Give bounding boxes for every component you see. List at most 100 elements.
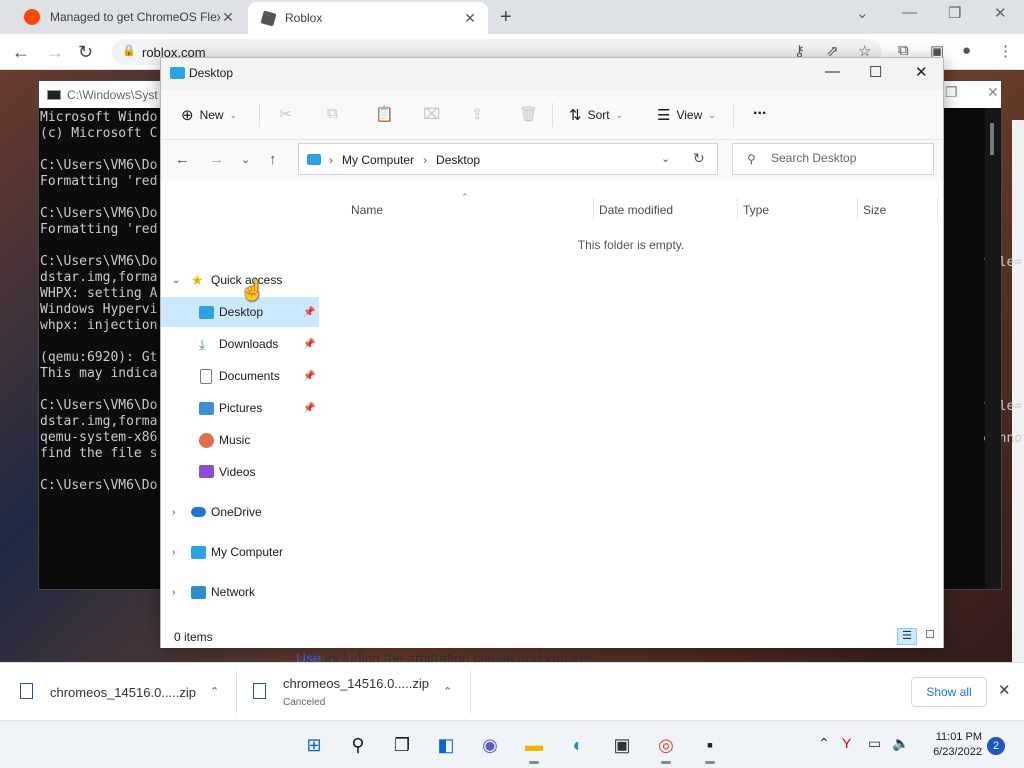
forward-icon[interactable]: → — [46, 42, 64, 63]
document-icon — [200, 369, 212, 384]
reload-icon[interactable]: ↻ — [78, 42, 93, 63]
copy-icon[interactable]: ⧉ — [327, 105, 338, 122]
view-button[interactable]: ☰ View ⌄ — [657, 106, 716, 124]
nav-label: Music — [219, 433, 251, 447]
close-tab-icon[interactable]: ✕ — [462, 10, 478, 27]
expanded-chevron-icon[interactable]: ⌄ — [172, 275, 180, 286]
minimize-button[interactable]: — — [825, 63, 840, 80]
rename-icon[interactable]: ⌧ — [423, 105, 440, 123]
nav-network[interactable]: › Network — [161, 577, 319, 607]
minimize-button[interactable]: — — [902, 4, 917, 21]
nav-item-documents[interactable]: Documents 📌 — [161, 361, 319, 391]
new-button[interactable]: ⊕ New ⌄ — [181, 106, 237, 124]
clock-date: 6/23/2022 — [933, 746, 982, 758]
browser-tab-roblox[interactable]: Roblox ✕ — [248, 2, 488, 34]
column-header-type[interactable]: Type — [743, 203, 769, 217]
search-input[interactable] — [771, 151, 921, 165]
maximize-button[interactable]: ☐ — [869, 63, 882, 81]
chevron-up-icon[interactable]: ⌃ — [210, 685, 219, 698]
command-bar: ⊕ New ⌄ ✂ ⧉ 📋 ⌧ ⇪ 🗑 ⇅ Sort ⌄ ☰ View ⌄ ..… — [161, 90, 943, 140]
page-scrollbar[interactable] — [1012, 120, 1024, 662]
column-header-name[interactable]: Name — [351, 203, 383, 217]
nav-my-computer[interactable]: › My Computer — [161, 537, 319, 567]
more-options-button[interactable]: ... — [753, 101, 766, 119]
clock[interactable]: 11:01 PM 6/23/2022 — [920, 730, 982, 760]
download-item[interactable]: chromeos_14516.0.....zip Canceled ⌃ — [253, 663, 463, 721]
pin-icon: 📌 — [303, 402, 316, 414]
file-explorer-icon[interactable]: ▬ — [522, 733, 546, 764]
refresh-icon[interactable]: ↻ — [693, 150, 705, 167]
breadcrumb: › My Computer › Desktop — [329, 153, 480, 167]
nav-item-pictures[interactable]: Pictures 📌 — [161, 393, 319, 423]
collapsed-chevron-icon[interactable]: › — [172, 547, 175, 558]
edge-browser-icon[interactable]: ◐ — [566, 733, 590, 757]
nav-onedrive[interactable]: › OneDrive — [161, 497, 319, 527]
recent-locations-chevron-icon[interactable]: ⌄ — [241, 153, 250, 166]
store-icon[interactable]: ▣ — [610, 733, 634, 757]
restore-button[interactable]: ❐ — [948, 4, 961, 22]
tab-title: Roblox — [285, 11, 323, 25]
notification-badge[interactable]: 2 — [987, 737, 1005, 755]
search-icon[interactable]: ⚲ — [346, 733, 370, 757]
new-tab-button[interactable]: + — [500, 6, 512, 29]
cmd-restore-icon[interactable]: ❐ — [945, 84, 958, 101]
large-icons-view-icon[interactable]: ☐ — [920, 628, 940, 645]
chat-icon[interactable]: ◉ — [478, 733, 502, 757]
share-icon[interactable]: ⇪ — [471, 105, 484, 123]
volume-icon[interactable]: 🔈 — [892, 735, 909, 752]
collapsed-chevron-icon[interactable]: › — [172, 587, 175, 598]
details-view-icon[interactable]: ☰ — [897, 628, 917, 645]
nav-item-music[interactable]: Music — [161, 425, 319, 455]
collapsed-chevron-icon[interactable]: › — [172, 507, 175, 518]
close-downloads-bar-icon[interactable]: ✕ — [998, 681, 1011, 699]
nav-label: Downloads — [219, 337, 279, 351]
task-view-icon[interactable]: ❐ — [390, 733, 414, 757]
terminal-icon[interactable]: ▪ — [698, 733, 722, 764]
zip-file-icon — [20, 683, 33, 699]
address-box[interactable]: › My Computer › Desktop ⌄ ↻ — [298, 143, 718, 175]
delete-icon[interactable]: 🗑 — [519, 105, 538, 123]
close-tab-icon[interactable]: ✕ — [220, 9, 236, 26]
cut-icon[interactable]: ✂ — [279, 105, 292, 123]
file-explorer-window[interactable]: Desktop — ☐ ✕ ⊕ New ⌄ ✂ ⧉ 📋 ⌧ ⇪ 🗑 ⇅ Sort… — [160, 57, 944, 677]
lock-icon: 🔒 — [122, 45, 136, 57]
cmd-close-icon[interactable]: ✕ — [987, 84, 999, 101]
search-box[interactable]: ⚲ — [732, 143, 934, 175]
up-arrow-icon[interactable]: ↑ — [269, 151, 277, 168]
file-list-pane[interactable]: ⌃ Name Date modified Type Size This fold… — [319, 180, 943, 677]
breadcrumb-my-computer[interactable]: My Computer — [342, 153, 414, 167]
column-header-size[interactable]: Size — [863, 203, 886, 217]
chevron-up-icon[interactable]: ⌃ — [443, 685, 452, 698]
paste-icon[interactable]: 📋 — [375, 105, 394, 123]
sort-button[interactable]: ⇅ Sort ⌄ — [569, 106, 623, 124]
profile-avatar-icon[interactable]: ● — [962, 42, 971, 59]
explorer-titlebar[interactable]: Desktop — ☐ ✕ — [161, 58, 943, 90]
forward-arrow-icon[interactable]: → — [209, 151, 224, 168]
network-status-icon[interactable]: ▭ — [868, 735, 881, 752]
sort-arrows-icon: ⇅ — [569, 107, 582, 124]
nav-item-downloads[interactable]: ⤓ Downloads 📌 — [161, 329, 319, 359]
chrome-icon[interactable]: ◎ — [654, 733, 678, 764]
close-button[interactable]: ✕ — [994, 4, 1007, 22]
download-status: Canceled — [283, 697, 326, 708]
cmd-scrollbar[interactable] — [985, 108, 1001, 589]
picture-icon — [199, 402, 214, 415]
widgets-icon[interactable]: ◧ — [434, 733, 458, 757]
breadcrumb-desktop[interactable]: Desktop — [436, 153, 480, 167]
address-dropdown-icon[interactable]: ⌄ — [661, 152, 670, 165]
windows-start-icon[interactable]: ⊞ — [302, 733, 326, 757]
nav-item-videos[interactable]: Videos — [161, 457, 319, 487]
browser-tab-reddit[interactable]: Managed to get ChromeOS Flex ✕ — [10, 0, 246, 34]
tray-overflow-icon[interactable]: ⌃ — [818, 735, 830, 752]
yandex-icon[interactable]: Y — [842, 735, 851, 751]
back-arrow-icon[interactable]: ← — [175, 151, 190, 168]
close-button[interactable]: ✕ — [915, 63, 928, 81]
back-icon[interactable]: ← — [12, 42, 30, 63]
window-title: Desktop — [189, 66, 234, 80]
menu-kebab-icon[interactable]: ⋮ — [998, 42, 1013, 60]
download-item[interactable]: chromeos_14516.0.....zip ⌃ — [20, 663, 230, 721]
show-all-button[interactable]: Show all — [911, 677, 987, 707]
column-header-date-modified[interactable]: Date modified — [599, 203, 673, 217]
tab-search-icon[interactable]: ⌄ — [856, 4, 869, 22]
chevron-down-icon: ⌄ — [615, 109, 624, 120]
